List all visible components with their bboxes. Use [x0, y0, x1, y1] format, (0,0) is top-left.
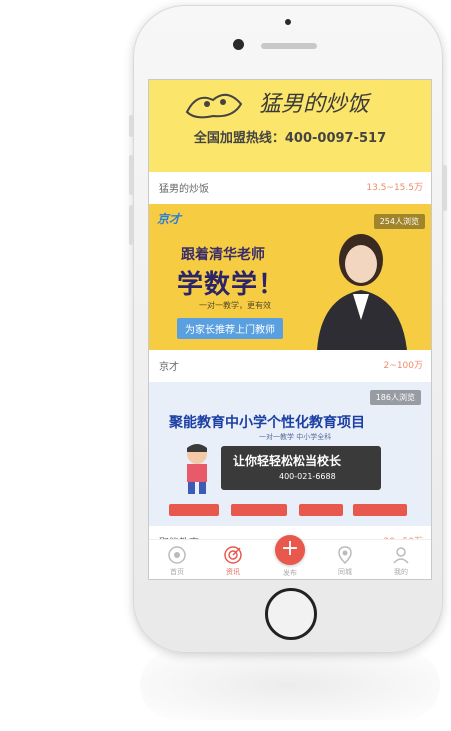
doodle-illustration-icon [185, 93, 243, 119]
ad-subtext: 一对一教学，更有效 [199, 301, 271, 310]
billboard-text: 让你轻轻松松当校长 [233, 454, 342, 468]
jingcai-ad-banner[interactable]: 京才 254人浏览 跟着清华老师 学数学！ 一对一教学，更有效 为家长推荐上门教… [149, 204, 431, 350]
volume-down-button [129, 205, 133, 245]
tab-news[interactable]: 资讯 [205, 540, 261, 579]
user-icon [393, 547, 409, 564]
cartoon-kid-icon [187, 444, 207, 494]
top-banner[interactable]: 猛男的炒饭 全国加盟热线：400-0097-517 [149, 80, 431, 172]
banner-title: 猛男的炒饭 [259, 92, 370, 117]
juneng-ad-banner[interactable]: 186人浏览 聚能教育中小学个性化教育项目 一对一教学 中小学全科 让你轻轻松松… [149, 382, 431, 526]
brand-logo: 京才 [157, 212, 182, 226]
tab-label: 首页 [170, 568, 184, 576]
listing-price: 13.5~15.5万 [366, 183, 423, 193]
ad-subtext: 一对一教学 中小学全科 [259, 433, 332, 441]
tab-home[interactable]: 首页 [149, 540, 205, 579]
tab-label: 同城 [338, 568, 352, 576]
feature-strip [169, 504, 407, 516]
phone-reflection [140, 650, 440, 720]
listing-price: 2~100万 [383, 361, 423, 371]
mute-switch [129, 115, 133, 137]
list-item[interactable]: 京才 2~100万 [149, 350, 431, 382]
tab-label: 我的 [394, 568, 408, 576]
publish-button[interactable]: + [275, 535, 305, 565]
target-icon [224, 546, 242, 564]
tab-mine[interactable]: 我的 [373, 540, 429, 579]
location-icon [338, 546, 352, 565]
teacher-photo-icon [317, 234, 407, 350]
power-button [443, 165, 447, 211]
app-screen: 猛男的炒饭 全国加盟热线：400-0097-517 猛男的炒饭 13.5~15.… [148, 79, 432, 580]
ad-slogan: 跟着清华老师 [181, 247, 265, 263]
ad-headline: 聚能教育中小学个性化教育项目 [169, 415, 365, 431]
listing-name: 猛男的炒饭 [159, 184, 209, 195]
front-camera [233, 39, 244, 50]
ad-headline: 学数学！ [177, 270, 286, 300]
franchise-hotline: 全国加盟热线：400-0097-517 [193, 131, 387, 146]
home-icon [168, 546, 186, 564]
ad-cta: 为家长推荐上门教师 [177, 318, 283, 339]
publish-label: 发布 [283, 569, 297, 577]
tab-label: 资讯 [226, 568, 240, 576]
plus-icon: + [280, 536, 300, 561]
tab-local[interactable]: 同城 [317, 540, 373, 579]
views-badge: 186人浏览 [369, 390, 421, 405]
home-button[interactable] [265, 588, 317, 640]
proximity-sensor [285, 19, 291, 25]
billboard-phone: 400-021-6688 [279, 472, 336, 481]
earpiece-speaker [261, 43, 317, 49]
list-item[interactable]: 猛男的炒饭 13.5~15.5万 [149, 172, 431, 204]
listing-name: 京才 [159, 362, 179, 373]
volume-up-button [129, 155, 133, 195]
